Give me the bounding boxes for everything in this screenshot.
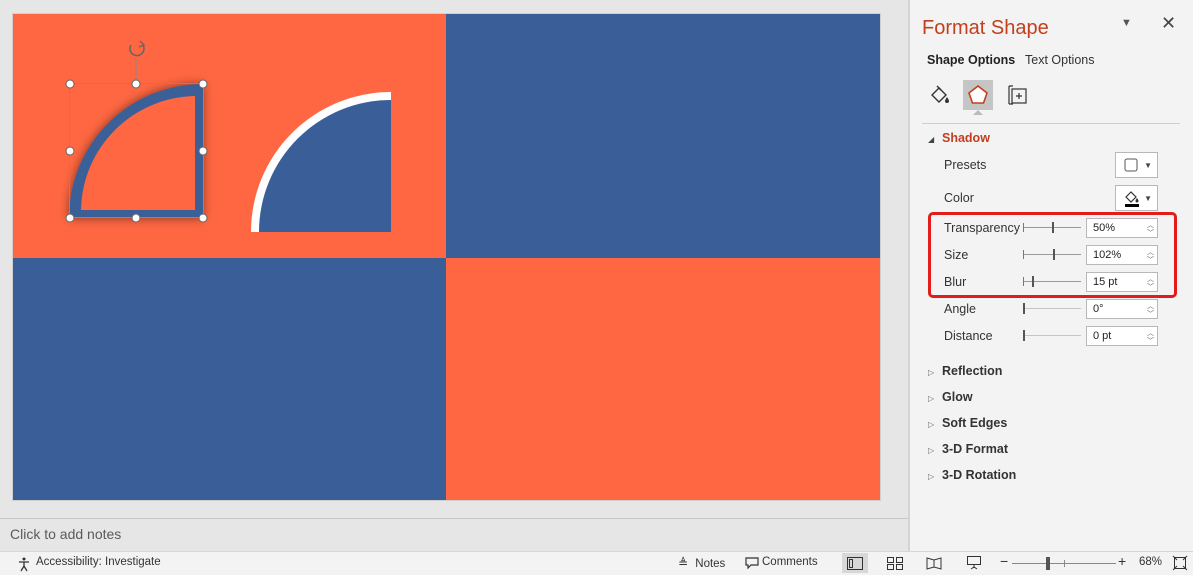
rotation-handle[interactable] — [129, 40, 146, 57]
spin-down-icon[interactable]: ﹀ — [1147, 309, 1154, 319]
angle-input[interactable]: 0° ︿ ﹀ — [1086, 299, 1158, 319]
spin-down-icon[interactable]: ﹀ — [1147, 228, 1154, 238]
powerpoint-window: Click to add notes Format Shape ▼ ✕ Shap… — [0, 0, 1193, 575]
selected-arc-shape[interactable] — [69, 83, 203, 218]
normal-view-icon — [847, 556, 863, 570]
distance-input[interactable]: 0 pt ︿ ﹀ — [1086, 326, 1158, 346]
transparency-slider[interactable] — [1023, 222, 1081, 234]
spin-down-icon[interactable]: ﹀ — [1147, 336, 1154, 346]
slider-thumb[interactable] — [1023, 330, 1025, 341]
slider-thumb[interactable] — [1023, 303, 1025, 314]
blur-label: Blur — [944, 275, 967, 289]
comments-icon — [745, 557, 759, 569]
blur-input[interactable]: 15 pt ︿ ﹀ — [1086, 272, 1158, 292]
normal-view-button[interactable] — [842, 553, 868, 573]
category-pointer — [973, 110, 983, 115]
chevron-down-icon: ▼ — [1144, 161, 1152, 170]
collapsed-triangle-icon: ▷ — [928, 472, 935, 481]
section-glow-header[interactable]: ▷ Glow — [928, 390, 973, 404]
category-divider — [922, 123, 1180, 124]
size-properties-icon[interactable] — [1003, 80, 1033, 110]
zoom-slider-thumb[interactable] — [1046, 557, 1050, 570]
collapsed-triangle-icon: ▷ — [928, 420, 935, 429]
slider-thumb[interactable] — [1031, 276, 1034, 287]
accessibility-icon — [19, 557, 29, 572]
angle-label: Angle — [944, 302, 976, 316]
comments-button[interactable]: Comments — [745, 556, 818, 569]
notes-pane[interactable]: Click to add notes — [0, 518, 908, 551]
slide-sorter-button[interactable] — [882, 553, 908, 573]
collapsed-triangle-icon: ▷ — [928, 368, 935, 377]
slide-editing-area[interactable] — [0, 0, 908, 518]
format-shape-pane: Format Shape ▼ ✕ Shape Options Text Opti… — [910, 0, 1193, 551]
effects-pentagon-icon[interactable] — [963, 80, 993, 110]
zoom-level[interactable]: 68% — [1139, 556, 1162, 568]
notes-icon: ≜ — [678, 556, 689, 570]
section-soft-edges-header[interactable]: ▷ Soft Edges — [928, 416, 1007, 430]
section-3d-rotation-header[interactable]: ▷ 3-D Rotation — [928, 468, 1016, 482]
quarter-circle-shape[interactable] — [251, 92, 391, 232]
accessibility-status[interactable]: Accessibility: Investigate — [17, 556, 161, 572]
zoom-out-button[interactable]: − — [1000, 553, 1008, 569]
notes-placeholder[interactable]: Click to add notes — [10, 526, 121, 542]
close-pane-icon[interactable]: ✕ — [1161, 13, 1176, 34]
shadow-color-dropdown[interactable]: ▼ — [1115, 185, 1158, 211]
transparency-label: Transparency — [944, 221, 1020, 235]
distance-slider[interactable] — [1023, 330, 1081, 342]
zoom-slider[interactable] — [1012, 557, 1116, 571]
pane-title: Format Shape — [922, 17, 1049, 39]
spin-down-icon[interactable]: ﹀ — [1147, 282, 1154, 292]
fit-to-window-icon[interactable] — [1172, 555, 1188, 571]
expanded-triangle-icon: ◢ — [928, 135, 935, 144]
paint-bucket-icon — [1125, 191, 1139, 207]
pane-options-chevron-icon[interactable]: ▼ — [1121, 17, 1132, 29]
shadow-preset-icon — [1124, 158, 1138, 172]
spin-down-icon[interactable]: ﹀ — [1147, 255, 1154, 265]
transparency-input[interactable]: 50% ︿ ﹀ — [1086, 218, 1158, 238]
chevron-down-icon: ▼ — [1144, 194, 1152, 203]
slide-show-icon — [967, 556, 981, 570]
reading-view-icon — [926, 556, 942, 570]
fill-line-icon[interactable] — [925, 80, 955, 110]
zoom-in-button[interactable]: + — [1118, 553, 1126, 569]
collapsed-triangle-icon: ▷ — [928, 394, 935, 403]
section-reflection-header[interactable]: ▷ Reflection — [928, 364, 1002, 378]
slide-shapes-layer — [65, 40, 391, 232]
reading-view-button[interactable] — [921, 553, 947, 573]
collapsed-triangle-icon: ▷ — [928, 446, 935, 455]
status-bar: Accessibility: Investigate ≜ Notes Comme… — [0, 551, 1193, 575]
tab-text-options[interactable]: Text Options — [1025, 53, 1094, 67]
presets-label: Presets — [944, 158, 987, 172]
presets-dropdown[interactable]: ▼ — [1115, 152, 1158, 178]
section-3d-format-header[interactable]: ▷ 3-D Format — [928, 442, 1008, 456]
tab-shape-options[interactable]: Shape Options — [927, 53, 1015, 67]
size-slider[interactable] — [1023, 249, 1081, 261]
size-input[interactable]: 102% ︿ ﹀ — [1086, 245, 1158, 265]
slider-thumb[interactable] — [1052, 249, 1055, 260]
size-label: Size — [944, 248, 969, 262]
slide-show-button[interactable] — [961, 553, 987, 573]
angle-slider[interactable] — [1023, 303, 1081, 315]
notes-button[interactable]: ≜ Notes — [678, 556, 725, 570]
blur-slider[interactable] — [1023, 276, 1081, 288]
distance-label: Distance — [944, 329, 993, 343]
slide-canvas[interactable] — [12, 13, 881, 501]
color-label: Color — [944, 191, 974, 205]
section-shadow-header[interactable]: ◢ Shadow — [928, 131, 990, 145]
slide-sorter-icon — [887, 556, 903, 570]
slider-thumb[interactable] — [1052, 222, 1054, 233]
